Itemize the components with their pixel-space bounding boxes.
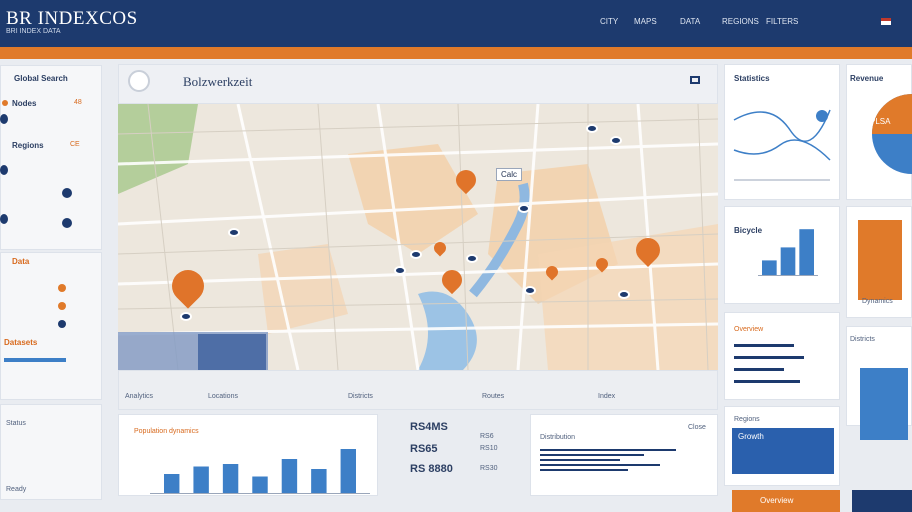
left-title: Global Search <box>14 74 68 83</box>
map-marker-icon[interactable] <box>524 286 536 295</box>
overview-title: Overview <box>734 326 764 333</box>
list-bullet-icon <box>0 214 8 224</box>
distribution-row <box>540 454 644 456</box>
stat-label[interactable]: Index <box>598 393 615 400</box>
data-dot-icon <box>58 302 66 310</box>
regions-card-title: Growth <box>738 432 764 441</box>
list-bullet-icon <box>0 114 8 124</box>
map-marker-icon[interactable] <box>618 290 630 299</box>
accent-bar <box>0 47 912 59</box>
chart-bar <box>193 466 209 494</box>
map-marker-icon[interactable] <box>180 312 192 321</box>
list-action[interactable]: Close <box>688 424 706 431</box>
city-map[interactable] <box>118 104 718 370</box>
statistics-line-chart <box>733 109 831 181</box>
map-marker-icon[interactable] <box>610 136 622 145</box>
map-marker-icon[interactable] <box>394 266 406 275</box>
language-flag-icon[interactable] <box>881 18 891 25</box>
map-marker-icon[interactable] <box>228 228 240 237</box>
overview-line <box>734 380 800 383</box>
footer-value: Ready <box>6 486 27 493</box>
footer-label: Status <box>6 420 26 427</box>
search-icon[interactable] <box>128 70 150 92</box>
stat-label[interactable]: Analytics <box>125 393 153 400</box>
left-item-label[interactable]: Nodes <box>12 99 36 108</box>
distribution-row <box>540 449 676 451</box>
chart-bar <box>799 229 814 276</box>
nav-filters[interactable]: FILTERS <box>766 17 798 26</box>
node-icon[interactable] <box>62 218 72 228</box>
chart-bar <box>780 247 796 276</box>
metric-value: RS6 <box>480 433 494 440</box>
chart-bar <box>281 459 298 494</box>
distribution-rows <box>540 446 700 474</box>
overview-line <box>734 356 804 359</box>
left-item-tag: CE <box>70 141 80 148</box>
stat-label[interactable]: Districts <box>348 393 373 400</box>
left-panel-mid <box>0 252 102 400</box>
metric-value: RS30 <box>480 465 498 472</box>
metric-label: RS65 <box>410 443 438 455</box>
population-bar-chart <box>150 449 370 494</box>
map-marker-icon[interactable] <box>518 204 530 213</box>
distribution-row <box>540 459 620 461</box>
map-title: Bolzwerkzeit <box>183 74 253 89</box>
list-title: Distribution <box>540 434 576 441</box>
districts-bar <box>860 368 908 440</box>
map-marker-icon[interactable] <box>466 254 478 263</box>
pie-label: PLSA <box>870 117 891 126</box>
logo-subtitle: BRI INDEX DATA <box>6 28 61 35</box>
overview-tab[interactable] <box>852 490 912 512</box>
districts-title: Districts <box>850 336 875 343</box>
overview-line <box>734 344 794 347</box>
bicycle-bar-chart <box>758 229 818 276</box>
chart-bar <box>311 469 327 494</box>
chart-bar <box>340 449 356 494</box>
dynamics-bar <box>858 220 902 300</box>
metric-label: RS 8880 <box>410 463 453 475</box>
regions-title: Regions <box>734 416 760 423</box>
statistics-title: Statistics <box>734 74 770 83</box>
map-canvas <box>118 104 718 370</box>
left-item-tag: 48 <box>74 99 82 106</box>
chart-title: Population dynamics <box>134 428 199 435</box>
map-marker-icon[interactable] <box>410 250 422 259</box>
data-dot-icon <box>58 284 66 292</box>
overview-line <box>734 368 784 371</box>
data-dot-icon <box>58 320 66 328</box>
distribution-row <box>540 464 660 466</box>
left-panel-top <box>0 65 102 250</box>
metric-label: RS4MS <box>410 421 448 433</box>
status-dot-icon <box>2 100 8 106</box>
map-marker-icon[interactable] <box>586 124 598 133</box>
stat-label[interactable]: Routes <box>482 393 504 400</box>
dynamics-title: Dynamics <box>862 298 893 305</box>
distribution-row <box>540 469 628 471</box>
app-logo[interactable]: BR INDEXCOS <box>6 8 138 30</box>
stat-label[interactable]: Locations <box>208 393 238 400</box>
list-bullet-icon <box>0 165 8 175</box>
metric-value: RS10 <box>480 445 498 452</box>
chart-bar <box>222 464 239 494</box>
left-low-title: Datasets <box>4 338 38 347</box>
chart-bar <box>762 260 777 276</box>
nav-maps[interactable]: MAPS <box>634 17 657 26</box>
progress-bar <box>4 358 66 362</box>
revenue-title: Revenue <box>850 74 884 83</box>
map-center-label: Calc <box>496 168 523 181</box>
left-mid-title: Data <box>12 257 30 266</box>
nav-city[interactable]: CITY <box>600 17 618 26</box>
node-icon[interactable] <box>62 188 72 198</box>
chart-bar <box>252 476 268 494</box>
nav-regions[interactable]: REGIONS <box>722 17 759 26</box>
nav-data[interactable]: DATA <box>680 17 700 26</box>
stats-strip <box>118 370 718 410</box>
fullscreen-icon[interactable] <box>690 76 700 84</box>
left-item-label[interactable]: Regions <box>12 141 44 150</box>
revenue-pie-chart <box>872 94 912 174</box>
chart-bar <box>164 474 180 494</box>
overview-button-label: Overview <box>760 496 794 505</box>
